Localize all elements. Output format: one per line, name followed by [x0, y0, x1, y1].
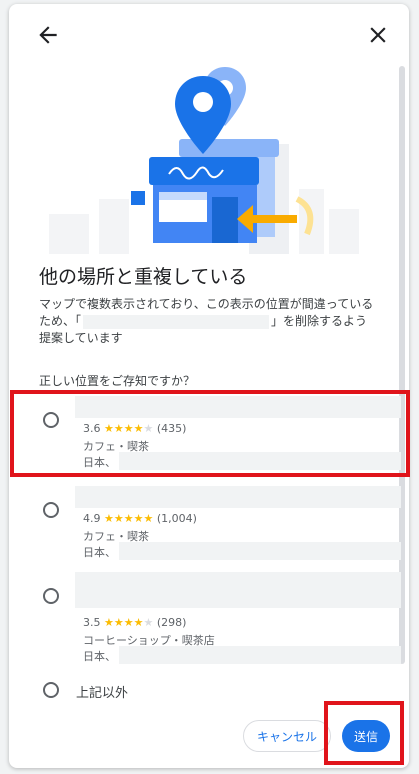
redacted-address: [119, 452, 401, 470]
arrow-left-icon: [39, 26, 57, 44]
review-count: (435): [156, 422, 187, 435]
redacted-place-title: [75, 486, 401, 508]
place-option-1[interactable]: 3.6 ★★★★★ (435) カフェ・喫茶 日本、: [39, 392, 401, 472]
submit-button[interactable]: 送信: [342, 720, 390, 752]
dialog-header: [9, 4, 409, 64]
redacted-place-title: [75, 572, 401, 608]
star-rating-icon: ★★★★★: [104, 422, 154, 435]
place-option-2[interactable]: 4.9 ★★★★★ (1,004) カフェ・喫茶 日本、: [39, 482, 401, 562]
close-button[interactable]: [365, 22, 391, 48]
radio-button[interactable]: [43, 682, 59, 698]
redacted-place-title: [75, 396, 401, 418]
place-option-3[interactable]: 3.5 ★★★★★ (298) コーヒーショップ・喫茶店 日本、: [39, 568, 401, 668]
back-button[interactable]: [35, 22, 61, 48]
redacted-address: [119, 646, 401, 664]
review-count: (1,004): [156, 512, 197, 525]
dialog-title: 他の場所と重複している: [39, 266, 248, 288]
review-count: (298): [156, 616, 187, 629]
rating-line: 3.6 ★★★★★ (435): [83, 422, 186, 435]
location-question: 正しい位置をご存知ですか？: [39, 374, 196, 388]
redacted-place-name: [83, 314, 270, 329]
rating-value: 4.9: [83, 512, 101, 525]
radio-button[interactable]: [43, 588, 59, 604]
other-location-label: 上記以外: [76, 686, 129, 701]
redacted-address: [119, 542, 401, 560]
cancel-button[interactable]: キャンセル: [243, 720, 331, 752]
place-address: 日本、: [83, 456, 116, 469]
rating-line: 3.5 ★★★★★ (298): [83, 616, 186, 629]
place-address: 日本、: [83, 650, 116, 663]
close-icon: [370, 27, 386, 43]
report-dialog: 他の場所と重複している マップで複数表示されており、この表示の位置が間違っている…: [9, 4, 409, 768]
star-rating-icon: ★★★★★: [104, 616, 154, 629]
radio-button[interactable]: [43, 502, 59, 518]
place-address: 日本、: [83, 546, 116, 559]
rating-line: 4.9 ★★★★★ (1,004): [83, 512, 197, 525]
duplicate-place-illustration: [29, 59, 389, 254]
dialog-description: マップで複数表示されており、この表示の位置が間違っているため、「 」を削除するよう…: [39, 296, 379, 347]
rating-value: 3.5: [83, 616, 101, 629]
star-rating-icon: ★★★★★: [104, 512, 154, 525]
radio-button[interactable]: [43, 412, 59, 428]
rating-value: 3.6: [83, 422, 101, 435]
